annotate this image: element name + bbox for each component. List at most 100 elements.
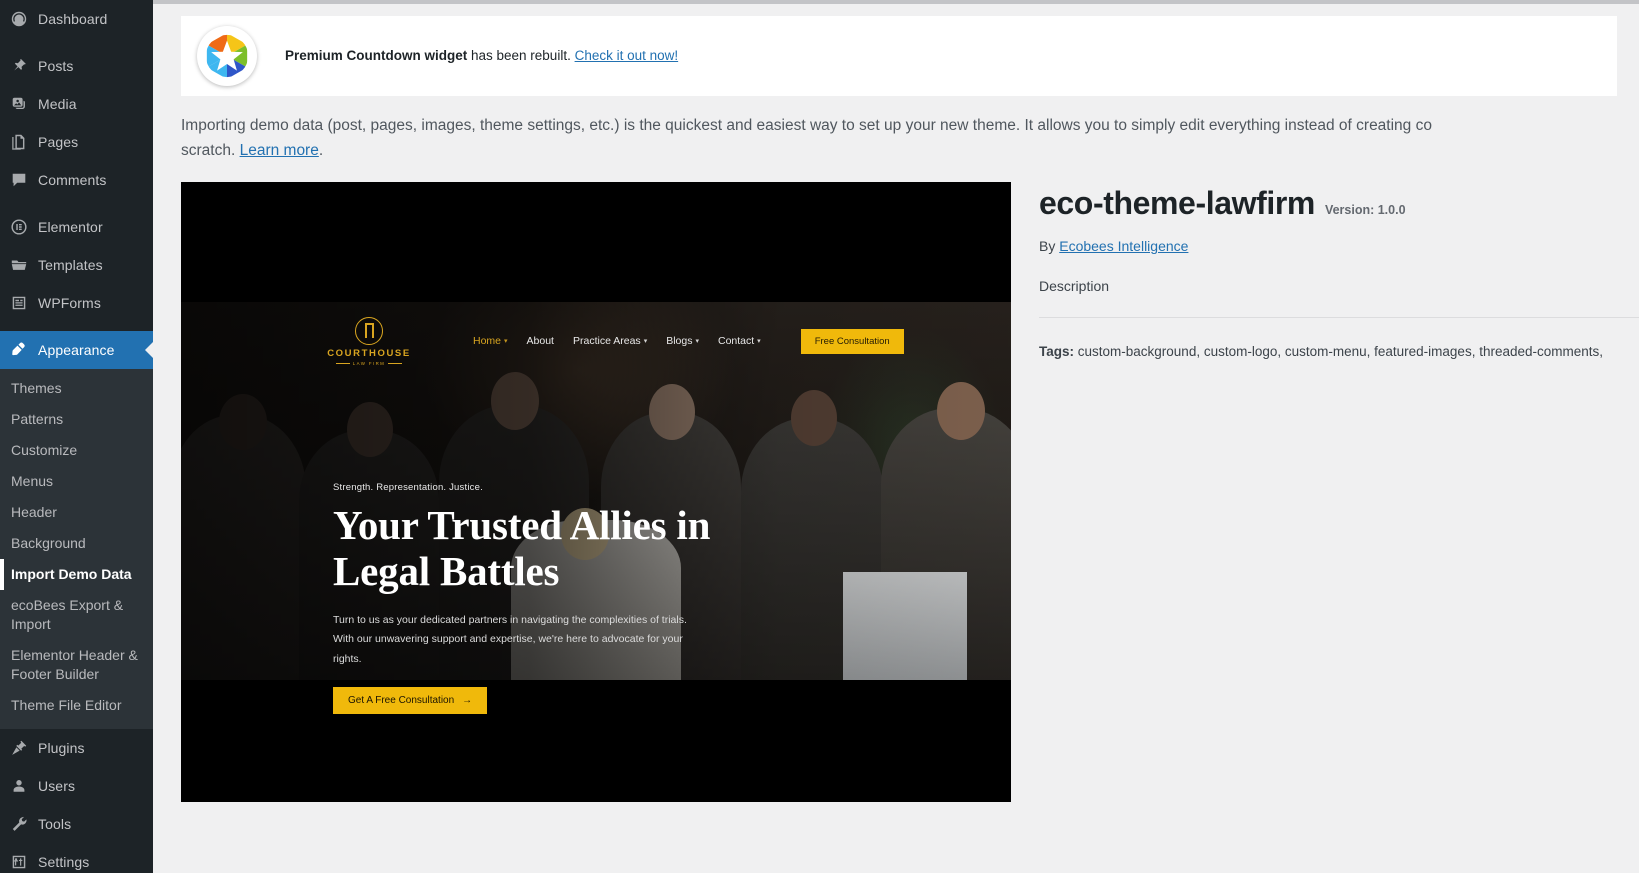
intro-line2-after: . (318, 142, 324, 159)
theme-details-block: COURTHOUSE LAW FIRM Home ▾ About Practice… (181, 182, 1639, 802)
theme-meta-column: eco-theme-lawfirm Version: 1.0.0 By Ecobe… (1011, 182, 1639, 359)
preview-hero-subtext: Turn to us as your dedicated partners in… (333, 613, 687, 665)
submenu-item-background[interactable]: Background (0, 528, 153, 559)
notice-check-it-out-link[interactable]: Check it out now! (575, 48, 679, 63)
sidebar-item-label: Tools (38, 816, 72, 832)
intro-line-2: scratch. Learn more. (181, 138, 1639, 163)
wordpress-admin-screen: Dashboard Posts Media Pages Comments Ele… (0, 0, 1639, 873)
sidebar-item-pages[interactable]: Pages (0, 123, 153, 161)
submenu-item-ecobees-export-import[interactable]: ecoBees Export & Import (0, 590, 153, 640)
theme-version: Version: 1.0.0 (1324, 203, 1406, 217)
sidebar-item-comments[interactable]: Comments (0, 161, 153, 199)
premium-addons-notice: Premium Countdown widget has been rebuil… (181, 16, 1617, 96)
sidebar-item-label: Templates (38, 257, 103, 273)
preview-site-logo: COURTHOUSE LAW FIRM (327, 316, 409, 366)
nav-label: Practice Areas (572, 335, 641, 347)
nav-label: Blogs (666, 335, 693, 347)
pin-icon (9, 56, 29, 76)
sidebar-item-media[interactable]: Media (0, 85, 153, 123)
preview-nav-item-about[interactable]: About (527, 335, 554, 347)
sidebar-item-users[interactable]: Users (0, 767, 153, 805)
sidebar-item-wpforms[interactable]: WPForms (0, 284, 153, 322)
sidebar-item-label: Users (38, 778, 76, 794)
preview-site-navbar: COURTHOUSE LAW FIRM Home ▾ About Practice… (181, 314, 1011, 368)
nav-label: About (526, 335, 554, 347)
intro-line2-before: scratch. (181, 142, 240, 159)
preview-hero-headline: Your Trusted Allies in Legal Battles (333, 502, 711, 594)
submenu-item-elementor-header-footer-builder[interactable]: Elementor Header & Footer Builder (0, 640, 153, 690)
intro-line-1: Importing demo data (post, pages, images… (181, 117, 1432, 134)
content-top-divider (153, 0, 1639, 4)
appearance-submenu: Themes Patterns Customize Menus Header B… (0, 369, 153, 729)
preview-nav-item-home[interactable]: Home ▾ (473, 335, 508, 347)
plugin-icon (9, 738, 29, 758)
import-demo-data-intro: Importing demo data (post, pages, images… (181, 113, 1639, 163)
user-icon (9, 776, 29, 796)
dashboard-icon (9, 9, 29, 29)
theme-author-link[interactable]: Ecobees Intelligence (1059, 238, 1188, 254)
preview-nav-item-contact[interactable]: Contact ▾ (718, 335, 761, 347)
premium-addons-star-logo-icon (197, 26, 257, 86)
submenu-item-menus[interactable]: Menus (0, 466, 153, 497)
wpforms-icon (9, 293, 29, 313)
preview-hero-eyebrow: Strength. Representation. Justice. (333, 482, 483, 493)
comments-icon (9, 170, 29, 190)
submenu-item-theme-file-editor[interactable]: Theme File Editor (0, 690, 153, 721)
sidebar-item-elementor[interactable]: Elementor (0, 208, 153, 246)
sidebar-item-label: Posts (38, 58, 74, 74)
nav-label: Home (473, 335, 502, 347)
preview-letterbox-top (181, 182, 1011, 302)
theme-divider (1039, 317, 1639, 318)
preview-free-consultation-button[interactable]: Free Consultation (800, 328, 904, 354)
preview-hero-cta-button[interactable]: Get A Free Consultation → (333, 687, 488, 715)
theme-tags-label: Tags: (1039, 344, 1075, 359)
theme-screenshot-preview[interactable]: COURTHOUSE LAW FIRM Home ▾ About Practice… (181, 182, 1011, 802)
menu-separator (0, 199, 153, 208)
admin-sidebar-menu: Dashboard Posts Media Pages Comments Ele… (0, 0, 153, 873)
by-label: By (1039, 238, 1060, 254)
sidebar-item-tools[interactable]: Tools (0, 805, 153, 843)
sidebar-item-label: Comments (38, 172, 107, 188)
sidebar-item-label: Elementor (38, 219, 103, 235)
admin-main-content: Premium Countdown widget has been rebuil… (153, 0, 1639, 873)
submenu-item-customize[interactable]: Customize (0, 435, 153, 466)
sidebar-item-appearance[interactable]: Appearance (0, 331, 153, 369)
submenu-item-themes[interactable]: Themes (0, 373, 153, 404)
theme-title-row: eco-theme-lawfirm Version: 1.0.0 (1039, 185, 1406, 221)
sidebar-item-label: Media (38, 96, 77, 112)
sidebar-item-label: Dashboard (38, 11, 108, 27)
preview-nav-item-practice-areas[interactable]: Practice Areas ▾ (573, 335, 647, 347)
sidebar-item-label: Pages (38, 134, 79, 150)
theme-description-heading: Description (1039, 278, 1110, 294)
sidebar-item-label: Plugins (38, 740, 85, 756)
menu-separator (0, 38, 153, 47)
sidebar-item-dashboard[interactable]: Dashboard (0, 0, 153, 38)
sidebar-item-label: Appearance (38, 342, 115, 358)
preview-logo-title: COURTHOUSE (327, 347, 411, 359)
notice-rest-text: has been rebuilt. (467, 47, 575, 63)
chevron-down-icon: ▾ (695, 338, 699, 345)
sidebar-item-posts[interactable]: Posts (0, 47, 153, 85)
sidebar-item-settings[interactable]: Settings (0, 843, 153, 873)
star-logo-svg (203, 32, 251, 80)
theme-tags: Tags: custom-background, custom-logo, cu… (1039, 344, 1639, 359)
submenu-item-header[interactable]: Header (0, 497, 153, 528)
chevron-down-icon: ▾ (643, 338, 648, 345)
brush-icon (9, 340, 29, 360)
folder-icon (9, 255, 29, 275)
learn-more-link[interactable]: Learn more (240, 142, 319, 159)
chevron-down-icon: ▾ (504, 338, 508, 345)
sidebar-item-templates[interactable]: Templates (0, 246, 153, 284)
submenu-item-import-demo-data[interactable]: Import Demo Data (0, 559, 153, 590)
submenu-item-patterns[interactable]: Patterns (0, 404, 153, 435)
chevron-down-icon: ▾ (757, 338, 761, 345)
sidebar-item-plugins[interactable]: Plugins (0, 729, 153, 767)
arrow-right-icon: → (462, 695, 473, 707)
elementor-icon (9, 217, 29, 237)
media-icon (9, 94, 29, 114)
sidebar-item-label: WPForms (38, 295, 101, 311)
menu-separator (0, 322, 153, 331)
sidebar-item-label: Settings (38, 854, 90, 870)
preview-hero: Strength. Representation. Justice. Your … (333, 482, 763, 715)
preview-nav-item-blogs[interactable]: Blogs ▾ (666, 335, 699, 347)
